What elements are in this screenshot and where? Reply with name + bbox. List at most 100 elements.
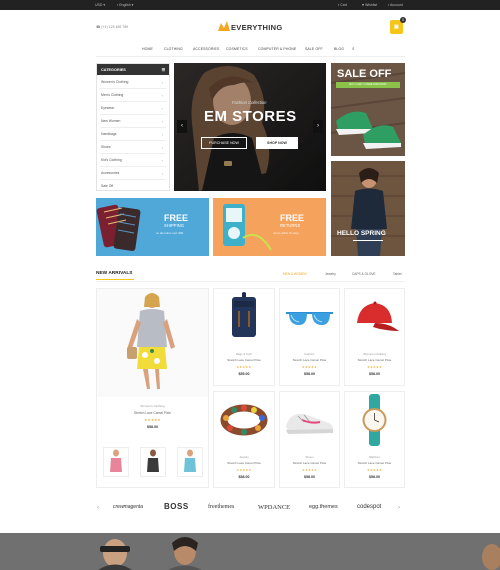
chevron-right-icon: › — [161, 132, 163, 137]
header-cart-button[interactable]: ▣ 0 — [390, 17, 406, 34]
cart-count-badge: 0 — [400, 17, 406, 23]
nav-home[interactable]: HOME — [142, 47, 153, 51]
nav-sale-off[interactable]: SALE OFF — [305, 47, 323, 51]
brand-logo-wpdance[interactable]: WPDANCE — [258, 504, 290, 511]
product-card[interactable]: Watches Stretch Lace Camel Pixie ★★★★★ $… — [344, 391, 405, 488]
sidebar-item-handbags[interactable]: Handbags › — [101, 132, 165, 137]
brand-logo-crewmagenta[interactable]: crewmagenta — [113, 504, 143, 510]
nav-accessories[interactable]: ACCESSORIES — [193, 47, 219, 51]
tab-men-women[interactable]: MEN & WOMEN — [283, 272, 307, 276]
sidebar-item-womens-clothing[interactable]: Women's Clothing › — [101, 80, 165, 85]
brand-logo-boss[interactable]: BOSS — [164, 502, 189, 511]
rating-stars: ★★★★★ — [302, 468, 317, 472]
rating-stars: ★★★★★ — [236, 365, 252, 369]
sidebar-item-sale-off[interactable]: Sale Off — [101, 184, 165, 188]
chevron-right-icon: › — [161, 171, 163, 176]
thumbnail[interactable] — [103, 447, 129, 477]
brand-logo-codespot[interactable]: codespot — [357, 504, 381, 510]
tab-jewelry[interactable]: Jewelry — [325, 272, 336, 276]
product-card[interactable]: Fashion Stretch Lace Camel Pixie ★★★★★ $… — [279, 288, 340, 386]
product-card[interactable]: Shoes Stretch Lace Camel Pixie ★★★★★ $58… — [279, 391, 340, 488]
bracelet-image — [220, 404, 268, 436]
thumbnail[interactable] — [140, 447, 166, 477]
logo-text: EVERYTHING — [231, 23, 283, 32]
free-returns-subtitle: RETURNS — [280, 223, 301, 228]
brand-logo-eggthemes[interactable]: egg.themes — [309, 504, 338, 510]
rating-stars: ★★★★★ — [367, 365, 382, 369]
logo-icon — [218, 21, 230, 31]
chevron-right-icon: › — [161, 145, 163, 150]
sidebar-item-kids-clothing[interactable]: Kid's Clothing › — [101, 158, 165, 163]
hero-slider[interactable]: Fashion Collection EM STORES PURCHASE NO… — [174, 63, 326, 191]
divider — [100, 101, 166, 102]
product-category: Bags & Tech — [236, 352, 252, 356]
product-name[interactable]: Stretch Lace Camel Pixie — [345, 461, 404, 465]
thumbnail[interactable] — [177, 447, 203, 477]
divider — [100, 153, 166, 154]
wishlist-link[interactable]: ♥ Wishlist — [362, 3, 377, 7]
hello-spring-title: HELLO SPRING — [337, 230, 386, 237]
tab-caps-glove[interactable]: CAPS & GLOVE — [352, 272, 376, 276]
product-name[interactable]: Stretch Lace Camel Pixie — [214, 461, 274, 465]
chevron-right-icon: › — [161, 158, 163, 163]
product-name[interactable]: Stretch Lace Camel Pixie — [280, 461, 339, 465]
cart-link[interactable]: ▪ Cart — [338, 3, 347, 7]
sunglasses-image — [286, 312, 333, 325]
featured-product-card[interactable]: Women's Clothing Stretch Lace Camel Pixi… — [96, 288, 209, 488]
product-card[interactable]: Bags & Tech Stretch Lace Camel Pixie ★★★… — [213, 288, 275, 386]
free-returns-desc: return within 30 days — [273, 231, 299, 235]
slider-title: EM STORES — [204, 108, 297, 125]
brand-logo-freethemes[interactable]: freethemes — [208, 504, 234, 510]
free-returns-banner[interactable]: FREE RETURNS return within 30 days — [213, 198, 326, 256]
sidebar-item-accessories[interactable]: Accessories › — [101, 171, 165, 176]
product-card[interactable]: Jewelry Stretch Lace Camel Pixie ★★★★★ $… — [213, 391, 275, 488]
brands-next-arrow[interactable]: › — [398, 505, 400, 511]
product-card[interactable]: Women's Clothing Stretch Lace Camel Pixi… — [344, 288, 405, 386]
product-price: $58.00 — [304, 475, 315, 479]
divider — [100, 127, 166, 128]
chevron-right-icon: › — [161, 119, 163, 124]
sale-off-title: SALE OFF — [337, 68, 392, 80]
nav-cosmetics[interactable]: COSMETICS — [226, 47, 248, 51]
sneaker-image — [286, 413, 334, 434]
free-shipping-banner[interactable]: FREE SHIPPING on all orders over $99 — [96, 198, 209, 256]
sidebar-item-shoes[interactable]: Shoes › — [101, 145, 165, 150]
tab-tablet[interactable]: Tablet — [393, 272, 402, 276]
product-name[interactable]: Stretch Lace Camel Pixie — [97, 411, 208, 415]
product-name[interactable]: Stretch Lace Camel Pixie — [280, 358, 339, 362]
product-price: $58.00 — [369, 475, 380, 479]
divider — [100, 114, 166, 115]
nav-computer-phone[interactable]: COMPUTER & PHONE — [258, 47, 296, 51]
slider-next-button[interactable]: › — [313, 120, 323, 133]
currency-select[interactable]: USD ▾ — [95, 3, 105, 7]
phone-number: ☎ (+1) 123 456 789 — [96, 25, 129, 29]
hello-spring-banner[interactable]: HELLO SPRING — [331, 161, 405, 256]
account-link[interactable]: ▪ Account — [388, 3, 403, 7]
divider — [100, 166, 166, 167]
language-select[interactable]: ▪ English ▾ — [117, 3, 133, 7]
sidebar-item-eyewear[interactable]: Eyewear › — [101, 106, 165, 111]
nav-clothing[interactable]: CLOTHING — [164, 47, 183, 51]
product-price: $58.00 — [369, 372, 380, 376]
sidebar-item-mens-clothing[interactable]: Men's Clothing › — [101, 93, 165, 98]
slider-prev-button[interactable]: ‹ — [177, 120, 187, 133]
slider-dots — [240, 183, 258, 191]
nav-blog[interactable]: BLOG — [334, 47, 344, 51]
product-category: Watches — [369, 455, 380, 459]
product-name[interactable]: Stretch Lace Camel Pixie — [345, 358, 404, 362]
rating-stars: ★★★★★ — [236, 468, 252, 472]
people-photo — [0, 533, 500, 570]
chevron-right-icon: › — [161, 80, 163, 85]
product-price: $58.00 — [304, 372, 315, 376]
purchase-now-button[interactable]: PURCHASE NOW — [201, 137, 247, 149]
sidebar-item-new-women[interactable]: New Women › — [101, 119, 165, 124]
featured-product-image — [97, 289, 208, 397]
sale-off-banner[interactable]: SALE OFF BUY 1 GET 1 FREE DISCOUNT — [331, 63, 405, 156]
product-price: $58.00 — [238, 475, 250, 479]
ipod-image — [223, 204, 272, 251]
shop-now-button[interactable]: SHOP NOW — [256, 137, 298, 149]
product-category: Fashion — [304, 352, 315, 356]
product-name[interactable]: Stretch Lace Camel Pixie — [214, 358, 274, 362]
brands-prev-arrow[interactable]: ‹ — [97, 505, 99, 511]
search-icon[interactable]: ⌕ — [352, 46, 355, 51]
